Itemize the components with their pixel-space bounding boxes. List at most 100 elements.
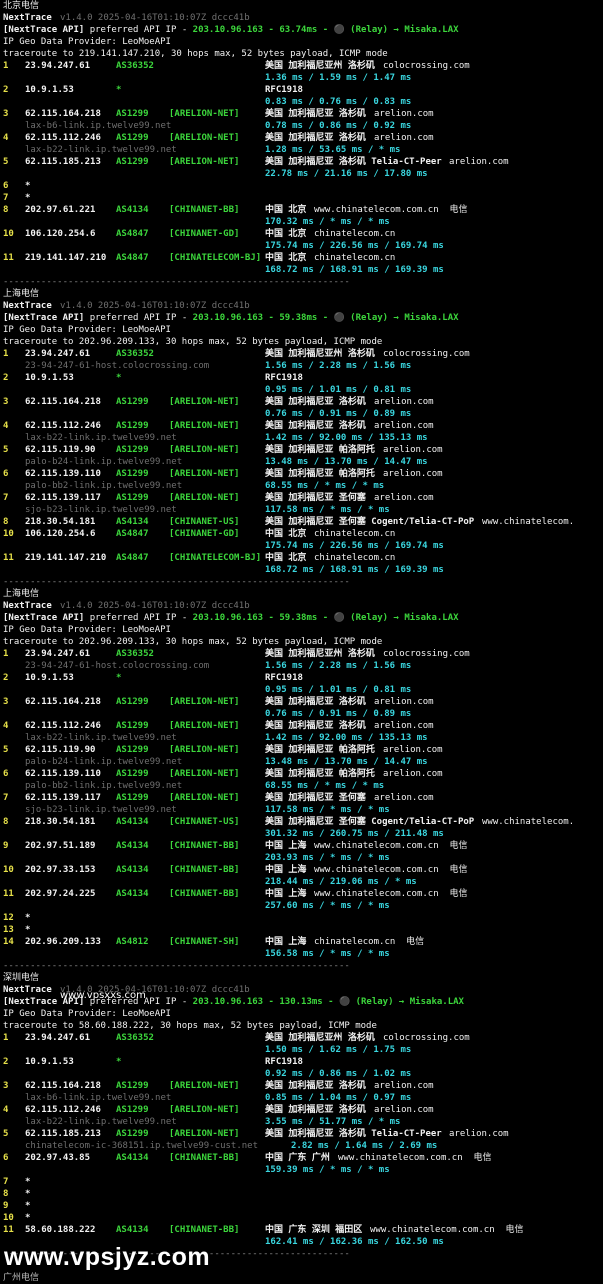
hop-geo: 美国 加利福尼亚州 洛杉矶 <box>265 349 375 359</box>
hop-host: chinatelecom.cn <box>314 529 396 539</box>
hop-tag: [CHINANET-GD] <box>169 529 240 539</box>
hop-row: 12 * <box>3 912 603 924</box>
hop-tag: [ARELION-NET] <box>169 1105 240 1115</box>
hop-asn: AS4134 <box>116 205 149 215</box>
hop-ip: 10.9.1.53 <box>25 85 74 95</box>
hop-tag: [CHINANET-BB] <box>169 1225 240 1235</box>
hop-tag: [ARELION-NET] <box>169 397 240 407</box>
hop-geo: 美国 加利福尼亚 帕洛阿托 <box>265 445 375 455</box>
hop-asn: AS1299 <box>116 1105 149 1115</box>
hop-asn: * <box>116 85 122 95</box>
hop-row: 5 62.115.119.90 AS1299 [ARELION-NET] 美国 加利福尼… <box>3 444 603 456</box>
api-line: [NextTrace API] preferred API IP - 203.1… <box>3 25 459 35</box>
hop-row: 8 202.97.61.221 AS4134 [CHINANET-BB] 中国 北京 ww… <box>3 204 603 216</box>
hop-number: 7 <box>3 1177 9 1187</box>
hop-geo: 美国 加利福尼亚 帕洛阿托 <box>265 745 375 755</box>
hop-timeout: * <box>25 193 31 203</box>
app-name: NextTrace <box>3 301 52 311</box>
hop-row: 11 219.141.147.210 AS4847 [CHINATELECOM-BJ]… <box>3 252 603 264</box>
hop-row: 9 202.97.51.189 AS4134 [CHINANET-BB] 中国 上海 ww… <box>3 840 603 852</box>
app-version: v1.4.0 2025-04-16T01:10:07Z dccc41b <box>60 13 250 23</box>
hop-host: arelion.com <box>449 1129 509 1139</box>
hop-number: 8 <box>3 517 9 527</box>
hop-row: 8 218.30.54.181 AS4134 [CHINANET-US] 美国 加利福尼… <box>3 516 603 528</box>
hop-rdns: chinatelecom-ic-368151.ip.twelve99-cust.… <box>25 1141 258 1151</box>
hop-host: chinatelecom.cn <box>314 553 396 563</box>
hop-geo: 中国 广东 广州 <box>265 1153 330 1163</box>
hop-asn: AS1299 <box>116 445 149 455</box>
hop-row: 10 106.120.254.6 AS4847 [CHINANET-GD] 中国 北京 c… <box>3 228 603 240</box>
hop-host: chinatelecom.cn <box>314 253 396 263</box>
hop-row: 11 202.97.24.225 AS4134 [CHINANET-BB] 中国 上海 w… <box>3 888 603 900</box>
hop-tag: [ARELION-NET] <box>169 421 240 431</box>
hop-tag: [ARELION-NET] <box>169 469 240 479</box>
hop-host: arelion.com <box>374 397 434 407</box>
hop-geo: 中国 北京 <box>265 553 307 563</box>
hop-row: 3 62.115.164.218 AS1299 [ARELION-NET] 美国 加利福… <box>3 108 603 120</box>
hop-asn: AS36352 <box>116 1033 154 1043</box>
hop-geo: 中国 北京 <box>265 229 307 239</box>
hop-number: 10 <box>3 529 14 539</box>
hop-host: arelion.com <box>383 769 443 779</box>
hop-rtt: 0.95 ms / 1.01 ms / 0.81 ms <box>265 385 412 395</box>
hop-rtt: 218.44 ms / 219.06 ms / * ms <box>265 877 417 887</box>
hop-ip: 62.115.164.218 <box>25 109 101 119</box>
hop-tag: [ARELION-NET] <box>169 445 240 455</box>
hop-number: 7 <box>3 193 9 203</box>
hop-rdns: lax-b22-link.ip.twelve99.net <box>25 433 177 443</box>
hop-asn: AS4812 <box>116 937 149 947</box>
hop-rtt: 117.58 ms / * ms / * ms <box>265 805 390 815</box>
hop-number: 12 <box>3 913 14 923</box>
hop-tag: [ARELION-NET] <box>169 1129 240 1139</box>
hop-row: 5 62.115.185.213 AS1299 [ARELION-NET] 美国 加利福… <box>3 1128 603 1140</box>
hop-geo: 中国 上海 <box>265 841 307 851</box>
terminal-output: 北京电信 NextTrace v1.4.0 2025-04-16T01:10:07Z… <box>3 0 603 1260</box>
hop-ip: 62.115.112.246 <box>25 421 101 431</box>
hop-row: 1 23.94.247.61 AS36352 美国 加利福尼亚州 洛杉矶 colocro… <box>3 648 603 660</box>
hop-ip: 202.97.61.221 <box>25 205 96 215</box>
hop-geo: 美国 加利福尼亚 洛杉矶 <box>265 1081 366 1091</box>
hop-host: arelion.com <box>374 109 434 119</box>
hop-number: 11 <box>3 253 14 263</box>
hop-timeout: * <box>25 1177 31 1187</box>
hop-geo: RFC1918 <box>265 673 303 683</box>
hop-host: www.chinatelecom.com.cn 电信 <box>314 889 468 899</box>
hop-number: 4 <box>3 133 9 143</box>
hop-asn: AS4847 <box>116 553 149 563</box>
hop-row: 3 62.115.164.218 AS1299 [ARELION-NET] 美国 加利福… <box>3 396 603 408</box>
hop-number: 5 <box>3 745 9 755</box>
hop-host: www.chinatelecom.com.cn 电信 <box>370 1225 524 1235</box>
hop-ip: 58.60.188.222 <box>25 1225 96 1235</box>
hop-host: arelion.com <box>383 445 443 455</box>
hop-host: www.chinatelecom.com.cn 电信 <box>314 205 468 215</box>
hop-rtt: 168.72 ms / 168.91 ms / 169.39 ms <box>265 565 444 575</box>
hop-asn: AS4847 <box>116 229 149 239</box>
hop-asn: AS4134 <box>116 1153 149 1163</box>
section-title: 北京电信 <box>3 1 40 11</box>
hop-row: 7 62.115.139.117 AS1299 [ARELION-NET] 美国 加利福… <box>3 792 603 804</box>
hop-number: 14 <box>3 937 14 947</box>
hop-asn: AS1299 <box>116 769 149 779</box>
hop-asn: * <box>116 1057 122 1067</box>
hop-rtt: 170.32 ms / * ms / * ms <box>265 217 390 227</box>
hop-geo: 美国 加利福尼亚 帕洛阿托 <box>265 469 375 479</box>
hop-rdns: sjo-b23-link.ip.twelve99.net <box>25 505 177 515</box>
hop-tag: [CHINATELECOM-BJ] <box>169 253 262 263</box>
hop-geo: 美国 加利福尼亚州 洛杉矶 <box>265 649 375 659</box>
traceroute-line: traceroute to 202.96.209.133, 30 hops ma… <box>3 337 383 347</box>
app-name: NextTrace <box>3 13 52 23</box>
hop-geo: 美国 加利福尼亚 洛杉矶 <box>265 133 366 143</box>
hop-ip: 202.96.209.133 <box>25 937 101 947</box>
hop-geo: 中国 北京 <box>265 205 307 215</box>
hop-row: 6 202.97.43.85 AS4134 [CHINANET-BB] 中国 广东 广州… <box>3 1152 603 1164</box>
hop-asn: AS4134 <box>116 817 149 827</box>
hop-rtt: 68.55 ms / * ms / * ms <box>265 781 385 791</box>
hop-tag: [ARELION-NET] <box>169 157 240 167</box>
hop-row: 2 10.9.1.53 * RFC1918 <box>3 672 603 684</box>
hop-asn: AS1299 <box>116 697 149 707</box>
hop-asn: AS1299 <box>116 793 149 803</box>
app-version: v1.4.0 2025-04-16T01:10:07Z dccc41b <box>60 301 250 311</box>
hop-tag: [ARELION-NET] <box>169 769 240 779</box>
hop-ip: 62.115.112.246 <box>25 721 101 731</box>
hop-number: 13 <box>3 925 14 935</box>
